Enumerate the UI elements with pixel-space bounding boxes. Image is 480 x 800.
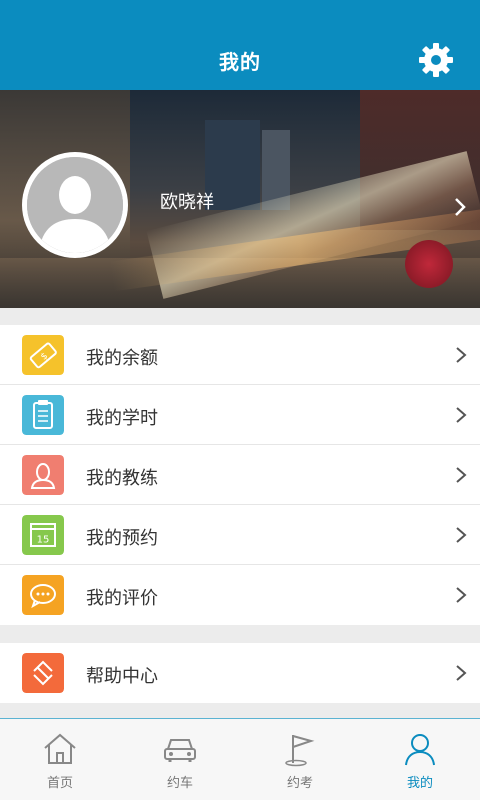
tab-mine[interactable]: 我的 bbox=[360, 719, 480, 800]
tab-label: 首页 bbox=[46, 776, 73, 791]
car-icon bbox=[164, 739, 196, 762]
flag-icon bbox=[285, 735, 315, 767]
menu-item-review[interactable]: 我的评价 bbox=[0, 565, 480, 625]
menu-list: $ 我的余额 我的学时 我的教练 15 我的预约 我的评价 bbox=[0, 325, 480, 625]
tab-label: 约车 bbox=[166, 776, 193, 791]
chevron-right-icon bbox=[456, 347, 467, 363]
gear-icon[interactable] bbox=[418, 42, 454, 78]
menu-item-label: 我的教练 bbox=[86, 468, 158, 489]
avatar[interactable] bbox=[22, 152, 128, 258]
calendar-icon: 15 bbox=[22, 515, 64, 555]
page-title: 我的 bbox=[219, 50, 261, 74]
chevron-right-icon bbox=[456, 665, 467, 681]
profile-banner[interactable]: 欧晓祥 bbox=[0, 90, 480, 308]
home-icon bbox=[44, 733, 76, 764]
chat-bubble-icon bbox=[22, 575, 64, 615]
menu-item-coach[interactable]: 我的教练 bbox=[0, 445, 480, 505]
banner-sign bbox=[405, 240, 453, 288]
ticket-icon: $ bbox=[22, 335, 64, 375]
menu-item-balance[interactable]: $ 我的余额 bbox=[0, 325, 480, 385]
person-outline-icon bbox=[405, 734, 435, 766]
chevron-right-icon bbox=[456, 587, 467, 603]
top-bar: 我的 bbox=[0, 0, 480, 90]
person-icon bbox=[22, 455, 64, 495]
tab-book-exam[interactable]: 约考 bbox=[240, 719, 360, 800]
menu-item-label: 我的预约 bbox=[86, 528, 158, 549]
bottom-tab-bar: 首页 约车 约考 我的 bbox=[0, 718, 480, 800]
tab-label: 我的 bbox=[406, 776, 433, 791]
menu-item-study-hours[interactable]: 我的学时 bbox=[0, 385, 480, 445]
menu-item-label: 我的评价 bbox=[86, 588, 158, 609]
tab-book-car[interactable]: 约车 bbox=[120, 719, 240, 800]
tab-home[interactable]: 首页 bbox=[0, 719, 120, 800]
username: 欧晓祥 bbox=[160, 192, 214, 213]
tab-label: 约考 bbox=[286, 776, 313, 791]
chevron-right-icon bbox=[456, 407, 467, 423]
calendar-date-text: 15 bbox=[37, 535, 50, 546]
menu-item-help-center[interactable]: 帮助中心 bbox=[0, 643, 480, 703]
profile-page: 我的 欧晓祥 $ 我的余额 我的学时 我的教练 15 我的预约 我的评价 帮助中… bbox=[0, 0, 480, 800]
refresh-arrows-icon bbox=[22, 653, 64, 693]
chevron-right-icon bbox=[456, 467, 467, 483]
chevron-right-icon bbox=[456, 527, 467, 543]
default-avatar-icon bbox=[27, 157, 123, 253]
clipboard-icon bbox=[22, 395, 64, 435]
help-list: 帮助中心 bbox=[0, 643, 480, 703]
menu-item-label: 帮助中心 bbox=[86, 666, 158, 687]
menu-item-reservation[interactable]: 15 我的预约 bbox=[0, 505, 480, 565]
menu-item-label: 我的余额 bbox=[86, 348, 158, 369]
menu-item-label: 我的学时 bbox=[86, 408, 158, 429]
chevron-right-icon[interactable] bbox=[452, 196, 468, 218]
